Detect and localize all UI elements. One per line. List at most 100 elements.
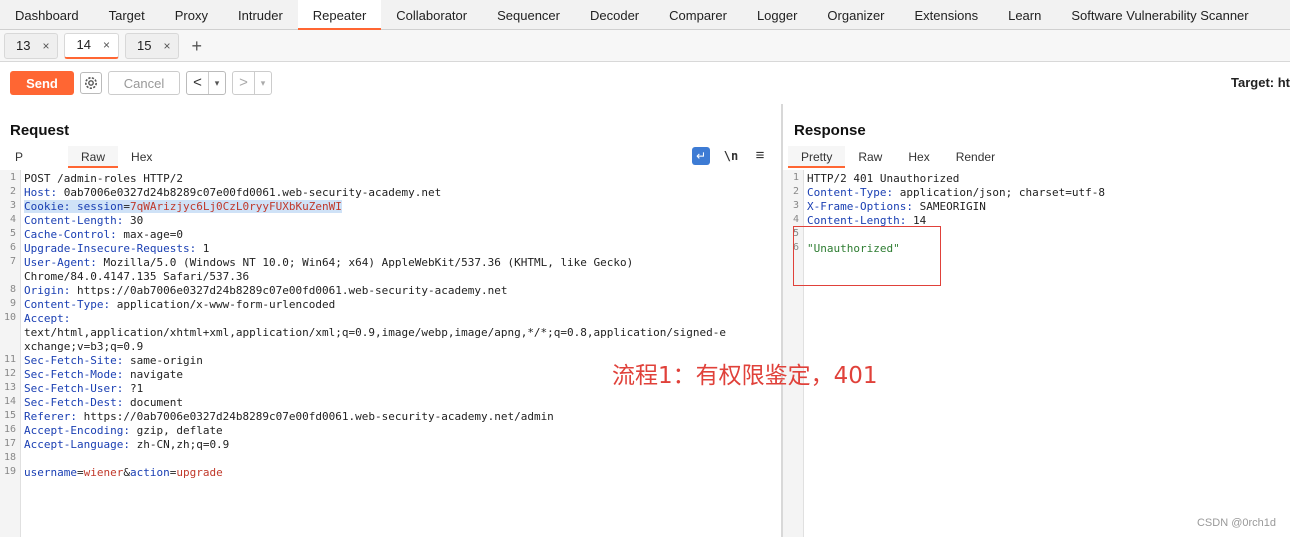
line-number: 11 — [3, 354, 16, 365]
response-tab-raw[interactable]: Raw — [845, 146, 895, 168]
text-token: 30 — [123, 214, 144, 227]
text-token: same-origin — [123, 354, 203, 367]
response-tab-hex[interactable]: Hex — [895, 146, 942, 168]
newline-toggle-icon[interactable]: \n — [722, 147, 740, 165]
top-tab-organizer[interactable]: Organizer — [812, 0, 899, 30]
target-label[interactable]: Target: ht — [1231, 75, 1290, 90]
close-icon[interactable]: × — [163, 33, 170, 59]
line-content: username=wiener&action=upgrade — [24, 466, 223, 479]
close-icon[interactable]: × — [103, 32, 110, 58]
code-line: Upgrade-Insecure-Requests: 1 — [24, 242, 209, 256]
header-name: Origin: — [24, 284, 71, 297]
history-back-group: < ▾ — [186, 71, 226, 95]
settings-button[interactable] — [80, 72, 102, 94]
request-view-tabs: P Raw Hex — [2, 146, 165, 168]
top-tab-proxy[interactable]: Proxy — [160, 0, 223, 30]
text-token: document — [123, 396, 183, 409]
request-tab-raw[interactable]: Raw — [68, 146, 119, 168]
line-content: Accept-Encoding: gzip, deflate — [24, 424, 223, 437]
code-line: Content-Type: application/json; charset=… — [807, 186, 1105, 200]
text-token: Mozilla/5.0 (Windows NT 10.0; Win64; x64… — [96, 256, 634, 269]
header-name: username — [24, 466, 77, 479]
header-name: Content-Type: — [807, 186, 894, 199]
line-content: HTTP/2 401 Unauthorized — [807, 172, 959, 185]
top-tab-repeater[interactable]: Repeater — [297, 0, 382, 30]
close-icon[interactable]: × — [42, 33, 49, 59]
menu-icon[interactable]: ≡ — [751, 146, 769, 164]
text-token: 0ab7006e0327d24b8289c07e00fd0061.web-sec… — [57, 186, 442, 199]
line-number: 3 — [792, 200, 799, 211]
code-line: Origin: https://0ab7006e0327d24b8289c07e… — [24, 284, 507, 298]
line-content: Sec-Fetch-User: ?1 — [24, 382, 143, 395]
top-tab-decoder[interactable]: Decoder — [575, 0, 654, 30]
repeater-tab-label: 13 — [16, 37, 31, 53]
response-tab-render[interactable]: Render — [943, 146, 1008, 168]
back-dropdown-icon[interactable]: ▾ — [209, 72, 225, 94]
line-number: 13 — [3, 382, 16, 393]
top-nav: Dashboard Target Proxy Intruder Repeater Coll… — [0, 0, 1290, 30]
text-token: xchange;v=b3;q=0.9 — [24, 340, 144, 353]
line-number: 2 — [792, 186, 799, 197]
text-token: = — [123, 200, 130, 213]
top-tab-dashboard[interactable]: Dashboard — [0, 0, 94, 30]
cancel-button[interactable]: Cancel — [108, 71, 180, 95]
line-number: 15 — [3, 410, 16, 421]
code-line: Sec-Fetch-Site: same-origin — [24, 354, 203, 368]
line-number: 14 — [3, 396, 16, 407]
line-content: POST /admin-roles HTTP/2 — [24, 172, 183, 185]
top-tab-learn[interactable]: Learn — [993, 0, 1056, 30]
text-token: 1 — [196, 242, 210, 255]
header-name: Sec-Fetch-Site: — [24, 354, 124, 367]
wrap-lines-icon[interactable]: ↵ — [692, 147, 710, 165]
repeater-tab-label: 14 — [76, 37, 91, 52]
request-editor[interactable]: 1 POST /admin-roles HTTP/2 2 Host: 0ab7006e… — [0, 170, 781, 537]
code-line: HTTP/2 401 Unauthorized — [807, 172, 959, 186]
text-token: = — [76, 466, 84, 479]
repeater-tab-14[interactable]: 14 × — [64, 32, 119, 59]
add-tab-button[interactable]: + — [191, 33, 202, 59]
top-tab-software-vulnerability-scanner[interactable]: Software Vulnerability Scanner — [1056, 0, 1263, 30]
header-name: Sec-Fetch-User: — [24, 382, 124, 395]
code-line: Sec-Fetch-Dest: document — [24, 396, 183, 410]
forward-dropdown-icon[interactable]: ▾ — [255, 72, 271, 94]
send-button[interactable]: Send — [10, 71, 74, 95]
param-value: wiener — [83, 466, 124, 479]
response-title: Response — [794, 122, 866, 139]
text-token: Chrome/84.0.4147.135 Safari/537.36 — [24, 270, 250, 283]
top-tab-extensions[interactable]: Extensions — [900, 0, 994, 30]
repeater-tab-13[interactable]: 13 × — [4, 32, 59, 59]
text-token: https://0ab7006e0327d24b8289c07e00fd0061… — [76, 410, 554, 423]
request-tab-hex[interactable]: Hex — [118, 146, 165, 168]
back-button[interactable]: < — [187, 72, 209, 94]
text-token: POST /admin-roles HTTP/2 — [24, 172, 183, 185]
code-line: username=wiener&action=upgrade — [24, 466, 223, 480]
header-name: Content-Type: — [24, 298, 111, 311]
top-tab-sequencer[interactable]: Sequencer — [482, 0, 575, 30]
line-content: Origin: https://0ab7006e0327d24b8289c07e… — [24, 284, 507, 297]
param-value: upgrade — [176, 466, 223, 479]
text-token: HTTP/2 401 Unauthorized — [807, 172, 960, 185]
toolbar: Send Cancel < ▾ > ▾ Target: ht — [0, 63, 1290, 103]
line-number: 17 — [3, 438, 16, 449]
top-tab-target[interactable]: Target — [94, 0, 160, 30]
top-tab-intruder[interactable]: Intruder — [223, 0, 298, 30]
repeater-tab-15[interactable]: 15 × — [124, 32, 180, 59]
forward-button[interactable]: > — [233, 72, 255, 94]
repeater-tab-bar: 13 × 14 × 15 × + — [0, 30, 1290, 62]
top-tab-logger[interactable]: Logger — [742, 0, 812, 30]
line-content: Accept-Language: zh-CN,zh;q=0.9 — [24, 438, 229, 451]
header-name: Accept-Encoding: — [24, 424, 130, 437]
line-number: 9 — [9, 298, 16, 309]
top-tab-comparer[interactable]: Comparer — [654, 0, 742, 30]
line-content: Sec-Fetch-Mode: navigate — [24, 368, 183, 381]
response-tab-pretty[interactable]: Pretty — [788, 146, 846, 168]
text-token: gzip, deflate — [129, 424, 223, 437]
code-line: Accept-Language: zh-CN,zh;q=0.9 — [24, 438, 229, 452]
response-view-tabs: Pretty Raw Hex Render — [788, 146, 1008, 168]
request-tab-p[interactable]: P — [2, 146, 68, 168]
line-content: Content-Type: application/x-www-form-url… — [24, 298, 335, 311]
top-tab-collaborator[interactable]: Collaborator — [381, 0, 482, 30]
code-line: text/html,application/xhtml+xml,applicat… — [24, 326, 726, 340]
code-line: User-Agent: Mozilla/5.0 (Windows NT 10.0… — [24, 256, 633, 270]
history-forward-group: > ▾ — [232, 71, 272, 95]
